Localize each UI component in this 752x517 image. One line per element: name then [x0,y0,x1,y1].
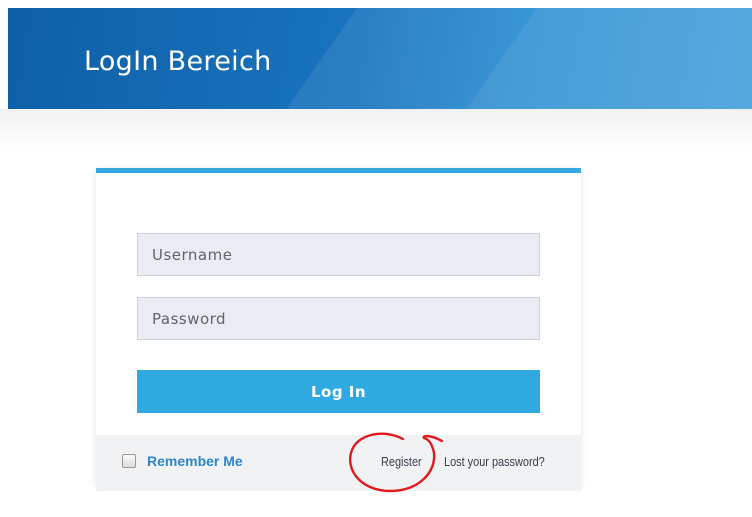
login-footer: Remember Me Register Lost your password? [96,435,581,491]
lost-password-link[interactable]: Lost your password? [444,454,545,469]
register-link[interactable]: Register [381,454,422,469]
password-input[interactable] [137,297,540,340]
page-header: LogIn Bereich [8,8,752,109]
page-title: LogIn Bereich [84,46,272,77]
remember-me-checkbox[interactable] [122,454,136,468]
remember-me-label[interactable]: Remember Me [147,453,243,469]
login-button[interactable]: Log In [137,370,540,413]
username-input[interactable] [137,233,540,276]
remember-me[interactable]: Remember Me [122,453,243,469]
header-band [0,109,752,151]
login-card: Log In Remember Me Register Lost your pa… [96,168,581,491]
